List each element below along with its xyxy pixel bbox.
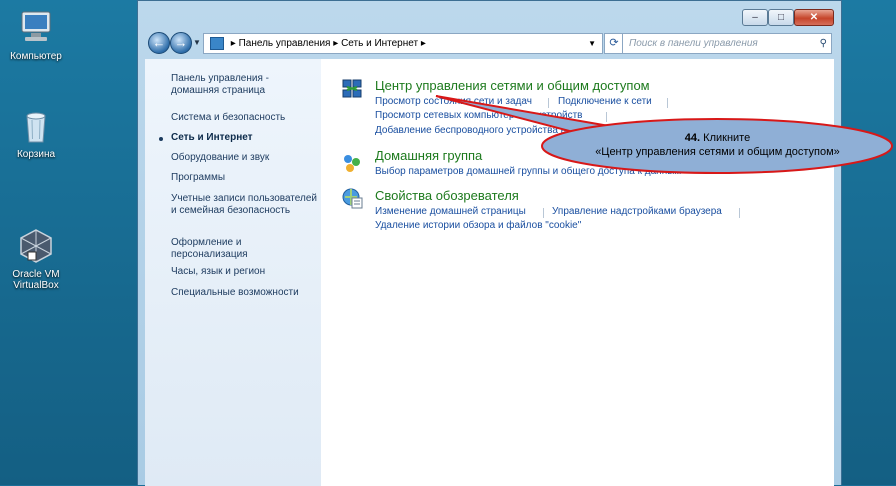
callout-line2: «Центр управления сетями и общим доступо…	[595, 146, 840, 158]
desktop: Компьютер Корзина Oracle VM VirtualBox –	[0, 0, 896, 486]
callout-step: 44.	[684, 132, 701, 144]
tutorial-callout: 44. Кликните «Центр управления сетями и …	[540, 117, 895, 175]
callout-line1: Кликните	[703, 132, 751, 144]
callout-pointer	[435, 95, 618, 141]
callout-text: 44. Кликните «Центр управления сетями и …	[540, 131, 895, 159]
